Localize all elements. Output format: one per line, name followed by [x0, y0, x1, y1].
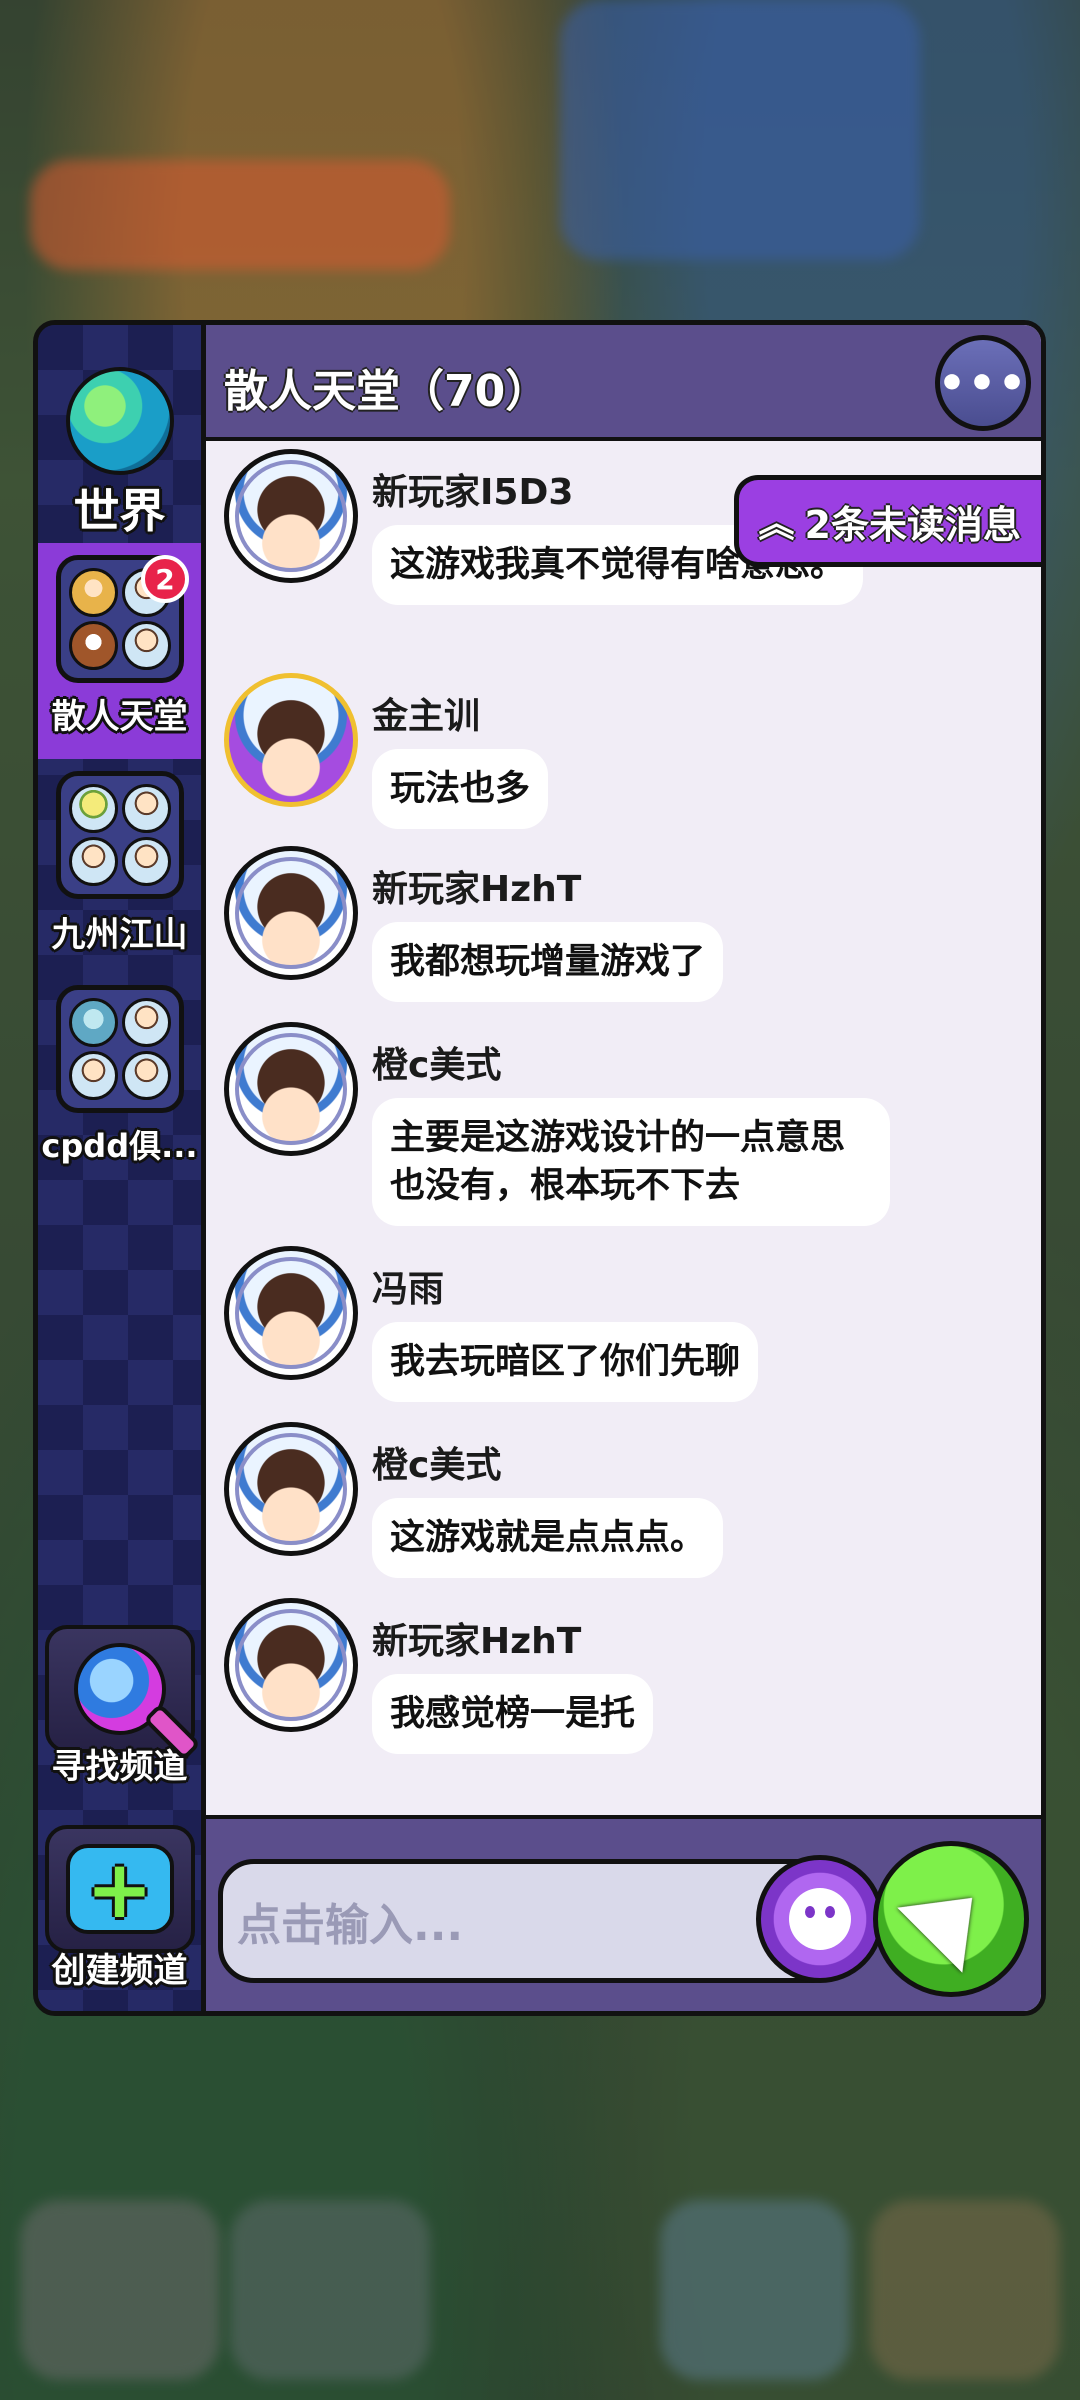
- message-bubble: 我都想玩增量游戏了: [372, 922, 724, 1002]
- chat-panel: 世界 2 散人天堂 九州江山 cpdd俱... 寻找频道 + 创建频道 散人天堂…: [33, 320, 1046, 2016]
- avatar[interactable]: [224, 1022, 358, 1156]
- find-channel-button[interactable]: 寻找频道: [38, 1625, 201, 1788]
- paper-plane-icon: [897, 1865, 1005, 1973]
- message-bubble: 这游戏就是点点点。: [372, 1498, 724, 1578]
- avatar[interactable]: [224, 1598, 358, 1732]
- input-placeholder: 点击输入...: [237, 1900, 464, 1951]
- background-nav-button: [230, 2200, 430, 2380]
- send-button[interactable]: [873, 1841, 1029, 1997]
- ellipsis-icon: •••: [937, 357, 1029, 409]
- plus-chat-icon: +: [65, 1843, 174, 1936]
- sidebar-item-label: 散人天堂: [51, 697, 188, 737]
- unread-label: 2条未读消息: [804, 502, 1021, 547]
- message-bubble: 我去玩暗区了你们先聊: [372, 1322, 759, 1402]
- message-bubble: 主要是这游戏设计的一点意思也没有，根本玩不下去: [372, 1098, 890, 1226]
- input-bar: 点击输入...: [206, 1815, 1041, 2011]
- avatar[interactable]: [224, 449, 358, 583]
- background-nav-button: [660, 2200, 850, 2380]
- sender-name: 新玩家HzhT: [372, 869, 582, 910]
- create-channel-button[interactable]: + 创建频道: [38, 1825, 201, 1992]
- sidebar-item-world[interactable]: 世界: [38, 367, 201, 541]
- magnifier-icon: [73, 1643, 166, 1735]
- background-nav-button: [20, 2200, 220, 2380]
- unread-messages-button[interactable]: ︽ 2条未读消息: [733, 475, 1041, 567]
- sender-name: 新玩家HzhT: [372, 1621, 582, 1662]
- chat-main: 散人天堂（70） ••• ︽ 2条未读消息 新玩家I5D3 这游戏我真不觉得有啥…: [206, 325, 1041, 2011]
- avatar[interactable]: [224, 1422, 358, 1556]
- avatar[interactable]: [224, 1246, 358, 1380]
- sidebar-item-label: 世界: [73, 484, 166, 538]
- message-bubble: 我感觉榜一是托: [372, 1674, 654, 1754]
- sidebar-item-label: 九州江山: [51, 915, 188, 955]
- channel-sidebar: 世界 2 散人天堂 九州江山 cpdd俱... 寻找频道 + 创建频道: [38, 325, 206, 2011]
- sidebar-item-channel[interactable]: cpdd俱...: [38, 985, 201, 1167]
- background-building: [560, 0, 920, 260]
- button-bg: +: [44, 1825, 195, 1953]
- sender-name: 冯雨: [372, 1269, 445, 1310]
- sidebar-item-label: cpdd俱...: [41, 1127, 198, 1165]
- create-channel-label: 创建频道: [51, 1951, 188, 1991]
- avatar[interactable]: [224, 846, 358, 980]
- sender-name: 橙c美式: [372, 1445, 502, 1486]
- message-bubble: 玩法也多: [372, 749, 549, 829]
- sidebar-item-channel[interactable]: 2 散人天堂: [38, 543, 201, 759]
- chevron-up-icon: ︽: [758, 504, 795, 545]
- background-nav-button: [870, 2200, 1060, 2380]
- group-avatar-icon: [55, 771, 184, 899]
- message-list[interactable]: 新玩家I5D3 这游戏我真不觉得有啥意思。 金主训 玩法也多 新玩家HzhT 我…: [206, 441, 1041, 1815]
- sender-name: 金主训: [372, 696, 481, 737]
- sender-name: 橙c美式: [372, 1045, 502, 1086]
- group-avatar-icon: [55, 985, 184, 1113]
- avatar[interactable]: [224, 673, 358, 807]
- channel-title: 散人天堂（70）: [224, 366, 550, 417]
- sender-name: 新玩家I5D3: [372, 472, 574, 513]
- emoji-button[interactable]: [756, 1855, 884, 1983]
- chat-header: 散人天堂（70） •••: [206, 325, 1041, 441]
- unread-badge: 2: [141, 555, 189, 603]
- button-bg: [44, 1625, 195, 1753]
- globe-icon: [65, 367, 174, 475]
- sidebar-item-channel[interactable]: 九州江山: [38, 771, 201, 956]
- background-banner: [30, 160, 450, 270]
- more-options-button[interactable]: •••: [935, 335, 1031, 431]
- emoji-icon: [789, 1888, 851, 1950]
